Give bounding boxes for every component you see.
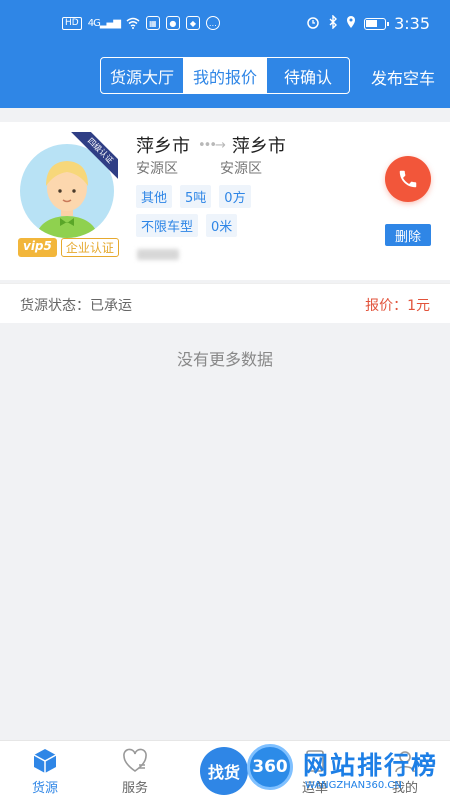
quote-price: 报价：1元 (365, 298, 430, 314)
from-district: 安源区 (136, 161, 178, 177)
route-arrow-icon: •••→ (198, 137, 226, 153)
hd-icon: HD (62, 16, 82, 30)
watermark-text: 网站排行榜 (303, 751, 439, 780)
from-city: 萍乡市 (136, 136, 190, 157)
vip-badge: vip5 (18, 238, 57, 257)
quote-card[interactable]: 四级认证 vip5 企业认证 萍乡市 •••→ 萍乡市 安源区 安源区 其他 5… (0, 122, 450, 280)
tag-volume: 0方 (219, 185, 251, 208)
no-more-data-text: 没有更多数据 (176, 350, 273, 369)
to-district: 安源区 (220, 161, 262, 177)
nav-service[interactable]: 服务 (95, 741, 175, 800)
app-notification-icon: ▦ (145, 16, 160, 30)
enterprise-cert-badge: 企业认证 (60, 238, 119, 257)
status-icons-right: 3:35 (306, 14, 430, 33)
call-button[interactable] (385, 156, 431, 202)
route: 萍乡市 •••→ 萍乡市 (136, 132, 286, 158)
phone-icon (399, 170, 417, 188)
route-districts: 安源区 安源区 (136, 158, 262, 178)
find-cargo-button[interactable]: 找货 (200, 747, 248, 795)
header-tab-group: 货源大厅 我的报价 待确认 (100, 57, 350, 94)
top-header: HD 4G ▂▄▆ ▦ ● ◆ … 3:35 货源大厅 我的报价 待确认 发布空… (0, 0, 450, 108)
blurred-shipper-name (137, 249, 179, 260)
publish-empty-truck-button[interactable]: 发布空车 (371, 65, 435, 89)
tab-cargo-hall[interactable]: 货源大厅 (101, 58, 184, 93)
watermark-badge: 360 (247, 744, 293, 790)
bluetooth-icon (328, 14, 338, 33)
status-icons-left: HD 4G ▂▄▆ ▦ ● ◆ … (62, 16, 220, 30)
cargo-status-row: 货源状态：已承运 报价：1元 (0, 283, 450, 323)
watermark-subtext: WANGZHAN360.CN (305, 780, 402, 791)
box-icon (33, 749, 57, 773)
to-city: 萍乡市 (231, 136, 286, 157)
alarm-icon (306, 14, 320, 33)
status-bar: HD 4G ▂▄▆ ▦ ● ◆ … 3:35 (0, 0, 450, 52)
location-icon (346, 14, 356, 33)
tag-length: 0米 (206, 214, 238, 237)
shipper-badges: vip5 企业认证 (18, 238, 119, 257)
battery-icon (364, 17, 390, 30)
tab-my-quotes[interactable]: 我的报价 (184, 58, 267, 93)
signal-icon: 4G ▂▄▆ (87, 17, 121, 29)
tag-cargo-type: 其他 (136, 185, 173, 208)
watermark: 360 网站排行榜 WANGZHAN360.CN (247, 742, 450, 800)
shield-notification-icon: ◆ (185, 16, 200, 30)
delete-button[interactable]: 删除 (385, 224, 431, 246)
cargo-tags-row-1: 其他 5吨 0方 (136, 185, 251, 208)
tab-pending-confirm[interactable]: 待确认 (267, 58, 349, 93)
user-notification-icon: ● (165, 16, 180, 30)
shipper-avatar: 四级认证 (20, 132, 118, 238)
tag-weight: 5吨 (180, 185, 212, 208)
clock-time: 3:35 (394, 14, 430, 33)
heart-icon (123, 748, 147, 772)
certification-ribbon: 四级认证 (68, 132, 118, 182)
wifi-icon (126, 17, 140, 29)
chat-notification-icon: … (205, 16, 220, 30)
cargo-tags-row-2: 不限车型 0米 (136, 214, 238, 237)
nav-cargo[interactable]: 货源 (5, 741, 85, 800)
tag-vehicle-type: 不限车型 (136, 214, 199, 237)
cargo-status: 货源状态：已承运 (20, 298, 132, 314)
